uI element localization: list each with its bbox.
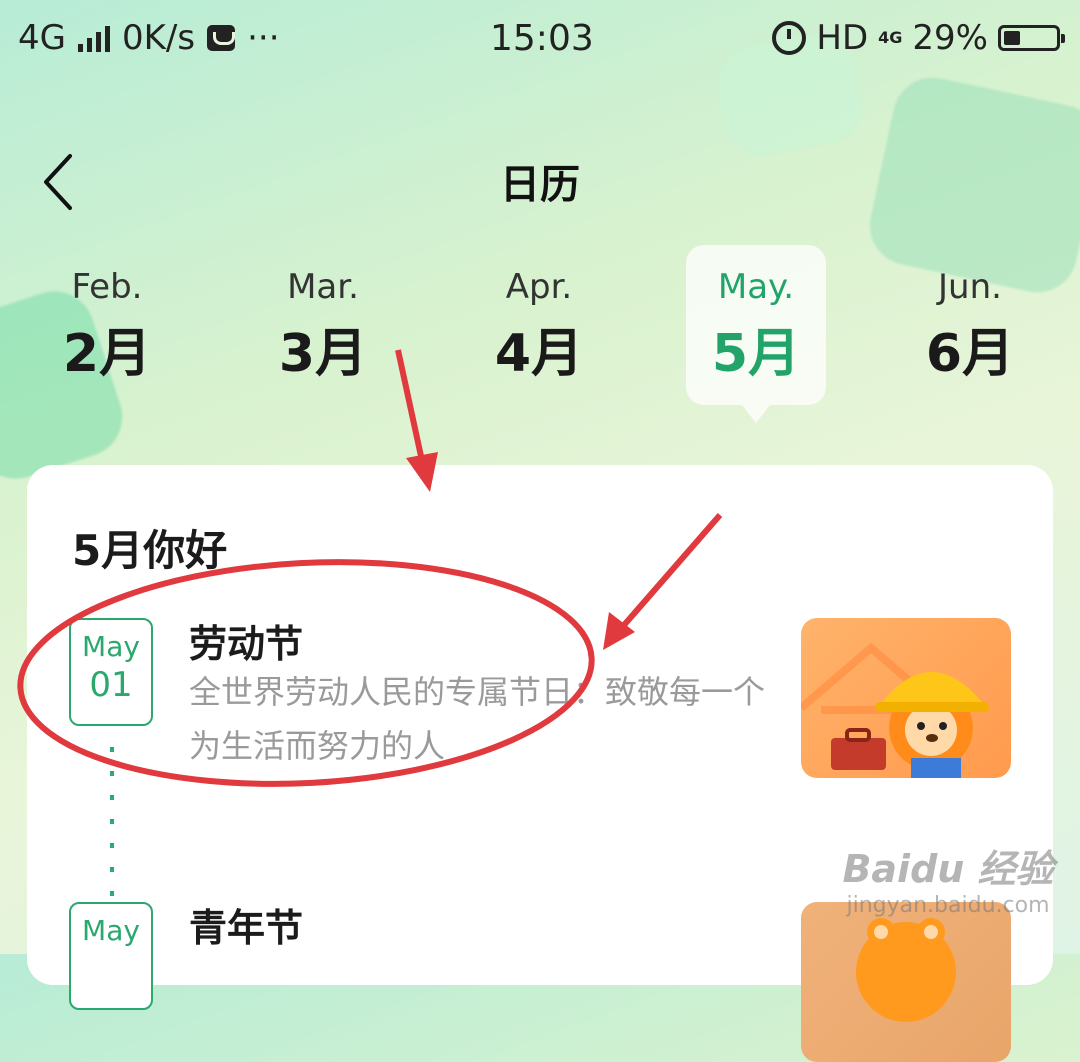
timeline-connector [110,747,114,897]
month-tab-apr[interactable]: Apr. 4月 [469,245,609,405]
event-month: May [82,914,140,947]
event-description: 全世界劳动人民的专属节日：致敬每一个为生活而努力的人 [189,673,766,765]
network-4g-small: 4G [878,28,903,47]
event-date-badge: May [69,902,153,1010]
event-thumbnail-labor-day[interactable] [801,618,1011,778]
month-zh-label: 4月 [494,324,584,384]
network-label: 4G [18,18,66,58]
status-left: 4G 0K/s ··· [18,18,280,58]
message-app-icon [207,25,236,51]
event-date-badge: May 01 [69,618,153,726]
month-en-label: Apr. [505,267,573,307]
watermark-url: jingyan.baidu.com [846,893,1050,918]
signal-icon [77,24,110,52]
youth-illustration [856,918,956,1022]
month-en-label: Jun. [938,267,1002,307]
more-notifications: ··· [247,18,280,58]
alarm-icon [772,21,807,55]
battery-percent: 29% [912,18,988,58]
event-title[interactable]: 青年节 [189,897,303,952]
watermark: Baidu 经验 jingyan.baidu.com [828,838,1068,918]
month-selector: Feb. 2月 Mar. 3月 Apr. 4月 May. 5月 Jun. 6月 [0,245,1080,445]
worker-lion-illustration [801,642,989,778]
page-title: 日历 [500,162,580,208]
month-en-label: May. [717,267,795,307]
event-thumbnail-youth-day[interactable] [801,902,1011,1062]
month-en-label: Mar. [287,267,359,307]
month-zh-label: 3月 [278,324,368,384]
status-time: 15:03 [490,18,594,59]
hd-label: HD [816,18,869,58]
battery-icon [998,25,1065,51]
card-title: 5月你好 [72,526,228,575]
network-speed: 0K/s [121,18,196,58]
event-month: May [82,630,140,663]
watermark-brand: Baidu 经验 [842,847,1054,891]
month-zh-label: 5月 [711,324,801,384]
month-zh-label: 2月 [62,324,152,384]
event-day: 01 [89,665,133,705]
status-right: HD 4G 29% [772,18,1065,58]
month-tab-may[interactable]: May. 5月 [686,245,826,423]
month-en-label: Feb. [71,267,143,307]
status-bar: 4G 0K/s ··· 15:03 HD 4G 29% [0,0,1080,78]
month-tab-jun[interactable]: Jun. 6月 [900,245,1040,405]
event-title[interactable]: 劳动节 [189,613,303,668]
month-tab-mar[interactable]: Mar. 3月 [253,245,393,405]
month-tab-feb[interactable]: Feb. 2月 [37,245,177,405]
month-zh-label: 6月 [925,324,1015,384]
